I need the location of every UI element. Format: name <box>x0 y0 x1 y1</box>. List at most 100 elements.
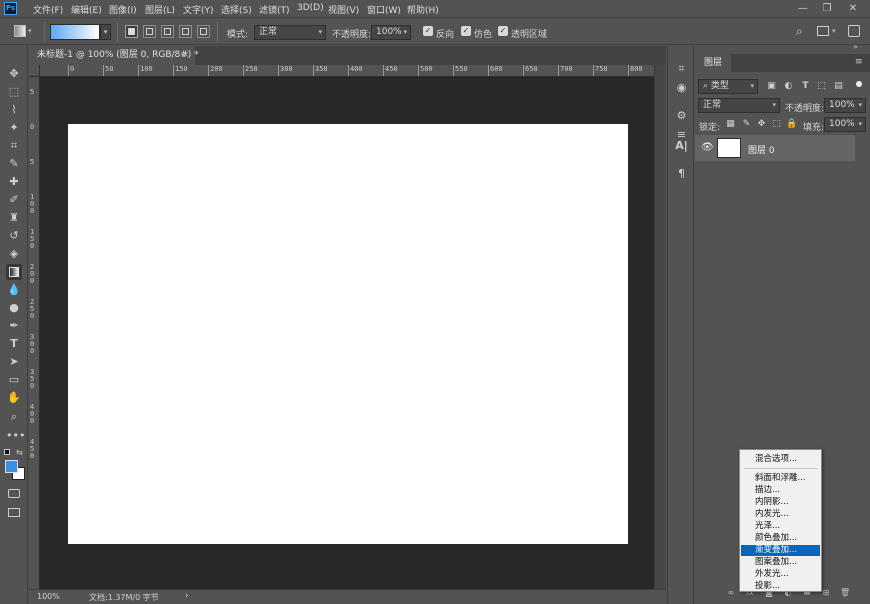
layer-row[interactable]: 👁 图层 0 <box>695 135 855 161</box>
linear-gradient-button[interactable] <box>125 25 138 38</box>
menu-edit[interactable]: 编辑(E) <box>71 3 102 16</box>
menu-window[interactable]: 窗口(W) <box>367 3 401 16</box>
lasso-tool-icon[interactable]: ⌇ <box>6 102 22 118</box>
menu-filter[interactable]: 滤镜(T) <box>259 3 290 16</box>
fx-pattern-overlay[interactable]: 图案叠加... <box>741 557 820 568</box>
link-layers-icon[interactable]: ∞ <box>726 588 736 598</box>
document-canvas[interactable] <box>68 124 628 544</box>
hand-tool-icon[interactable]: ✋ <box>6 390 22 406</box>
status-arrow-icon[interactable]: › <box>185 591 189 601</box>
paragraph-panel-icon[interactable]: ¶ <box>673 166 690 182</box>
blur-tool-icon[interactable]: 💧 <box>6 282 22 298</box>
healing-brush-tool-icon[interactable]: ✚ <box>6 174 22 190</box>
marquee-tool-icon[interactable]: ⬚ <box>6 84 22 100</box>
chevron-down-icon[interactable]: ▾ <box>832 27 836 35</box>
magic-wand-tool-icon[interactable]: ✦ <box>6 120 22 136</box>
workspace-icon[interactable] <box>817 26 829 36</box>
swap-colors-icon[interactable]: ⇆ <box>16 448 23 457</box>
fx-inner-glow[interactable]: 内发光... <box>741 509 820 520</box>
move-tool-icon[interactable]: ✥ <box>6 66 22 82</box>
filter-type-icon[interactable]: T <box>800 81 811 92</box>
delete-layer-icon[interactable]: 🗑 <box>840 588 850 598</box>
type-tool-icon[interactable]: T <box>6 336 22 352</box>
screen-mode-icon[interactable] <box>8 508 20 517</box>
eraser-tool-icon[interactable]: ◈ <box>6 246 22 262</box>
fx-drop-shadow[interactable]: 投影... <box>741 581 820 592</box>
fill-input[interactable]: 100% ▾ <box>824 117 866 132</box>
diamond-gradient-button[interactable] <box>197 25 210 38</box>
vertical-ruler[interactable]: 5 0 5 100 150 200 250 300 350 400 450 <box>29 77 40 589</box>
layer-filter-select[interactable]: ⌕ 类型 ▾ <box>698 79 758 94</box>
history-brush-tool-icon[interactable]: ↺ <box>6 228 22 244</box>
mode-select[interactable]: 正常 ▾ <box>254 25 326 40</box>
fx-color-overlay[interactable]: 颜色叠加... <box>741 533 820 544</box>
fx-stroke[interactable]: 描边... <box>741 485 820 496</box>
chevron-down-icon[interactable]: ▾ <box>28 27 32 35</box>
canvas-workspace[interactable] <box>40 77 654 589</box>
tab-layers[interactable]: 图层 <box>695 54 731 72</box>
menu-view[interactable]: 视图(V) <box>328 3 359 16</box>
search-icon[interactable]: ⌕ <box>796 24 803 39</box>
minimize-button[interactable]: — <box>790 1 816 17</box>
close-tab-icon[interactable]: × <box>181 46 189 65</box>
brush-settings-icon[interactable]: ◉ <box>673 80 690 96</box>
opacity-input[interactable]: 100% ▾ <box>371 25 411 40</box>
lock-artboard-icon[interactable]: ⬚ <box>771 119 782 130</box>
eye-icon[interactable]: 👁 <box>701 142 714 153</box>
filter-pixel-icon[interactable]: ▣ <box>766 81 777 92</box>
dither-checkbox[interactable]: ✓ <box>461 26 471 36</box>
horizontal-ruler[interactable]: 0 50 100 150 200 250 300 350 400 450 500 550 600 650 7… <box>40 65 654 77</box>
fx-bevel-emboss[interactable]: 斜面和浮雕... <box>741 473 820 484</box>
fx-inner-shadow[interactable]: 内阴影... <box>741 497 820 508</box>
brush-tool-icon[interactable]: ✐ <box>6 192 22 208</box>
foreground-color-swatch[interactable] <box>5 460 18 473</box>
gradient-picker[interactable] <box>50 24 100 40</box>
reflected-gradient-button[interactable] <box>179 25 192 38</box>
lock-all-icon[interactable]: 🔒 <box>786 119 797 130</box>
reverse-checkbox[interactable]: ✓ <box>423 26 433 36</box>
eyedropper-tool-icon[interactable]: ✎ <box>6 156 22 172</box>
quick-mask-icon[interactable] <box>8 489 20 498</box>
new-layer-icon[interactable]: ⊞ <box>821 588 831 598</box>
fx-satin[interactable]: 光泽... <box>741 521 820 532</box>
rectangle-tool-icon[interactable]: ▭ <box>6 372 22 388</box>
document-tab[interactable]: 未标题-1 @ 100% (图层 0, RGB/8#) * × <box>29 46 199 65</box>
layer-opacity-input[interactable]: 100% ▾ <box>824 98 866 113</box>
filter-adjustment-icon[interactable]: ◐ <box>783 81 794 92</box>
zoom-level[interactable]: 100% <box>37 592 60 601</box>
share-icon[interactable] <box>848 25 860 37</box>
default-colors-icon[interactable] <box>4 449 10 455</box>
layer-name[interactable]: 图层 0 <box>748 143 775 156</box>
menu-image[interactable]: 图像(I) <box>109 3 137 16</box>
menu-select[interactable]: 选择(S) <box>221 3 252 16</box>
angle-gradient-button[interactable] <box>161 25 174 38</box>
filter-toggle-icon[interactable] <box>856 81 862 87</box>
radial-gradient-button[interactable] <box>143 25 156 38</box>
tool-preset-icon[interactable] <box>14 25 26 37</box>
vertical-scrollbar[interactable] <box>654 65 666 589</box>
transparency-checkbox[interactable]: ✓ <box>498 26 508 36</box>
ruler-origin[interactable] <box>29 65 40 77</box>
menu-layer[interactable]: 图层(L) <box>145 3 175 16</box>
path-selection-tool-icon[interactable]: ➤ <box>6 354 22 370</box>
dodge-tool-icon[interactable]: ● <box>6 300 22 316</box>
blend-mode-select[interactable]: 正常 ▾ <box>698 98 780 113</box>
gradient-tool-icon[interactable] <box>6 264 22 280</box>
crop-panel-icon[interactable]: ⌗ <box>673 61 690 77</box>
clone-stamp-tool-icon[interactable]: ♜ <box>6 210 22 226</box>
pen-tool-icon[interactable]: ✒ <box>6 318 22 334</box>
restore-button[interactable]: ❐ <box>814 1 840 17</box>
lock-position-icon[interactable]: ✥ <box>756 119 767 130</box>
gradient-dropdown-icon[interactable]: ▾ <box>100 24 111 40</box>
crop-tool-icon[interactable]: ⌗ <box>6 138 22 154</box>
lock-transparent-icon[interactable]: ▦ <box>725 119 736 130</box>
menu-help[interactable]: 帮助(H) <box>407 3 439 16</box>
menu-3d[interactable]: 3D(D) <box>297 3 324 13</box>
panel-menu-icon[interactable]: ≡ <box>855 57 863 67</box>
zoom-tool-icon[interactable]: ⌕ <box>6 409 22 425</box>
character-panel-icon[interactable]: A| <box>673 138 690 154</box>
fx-outer-glow[interactable]: 外发光... <box>741 569 820 580</box>
more-tools-icon[interactable]: ••• <box>6 428 25 444</box>
fx-gradient-overlay[interactable]: 渐变叠加... <box>741 545 820 556</box>
properties-icon[interactable]: ⚙ <box>673 108 690 124</box>
